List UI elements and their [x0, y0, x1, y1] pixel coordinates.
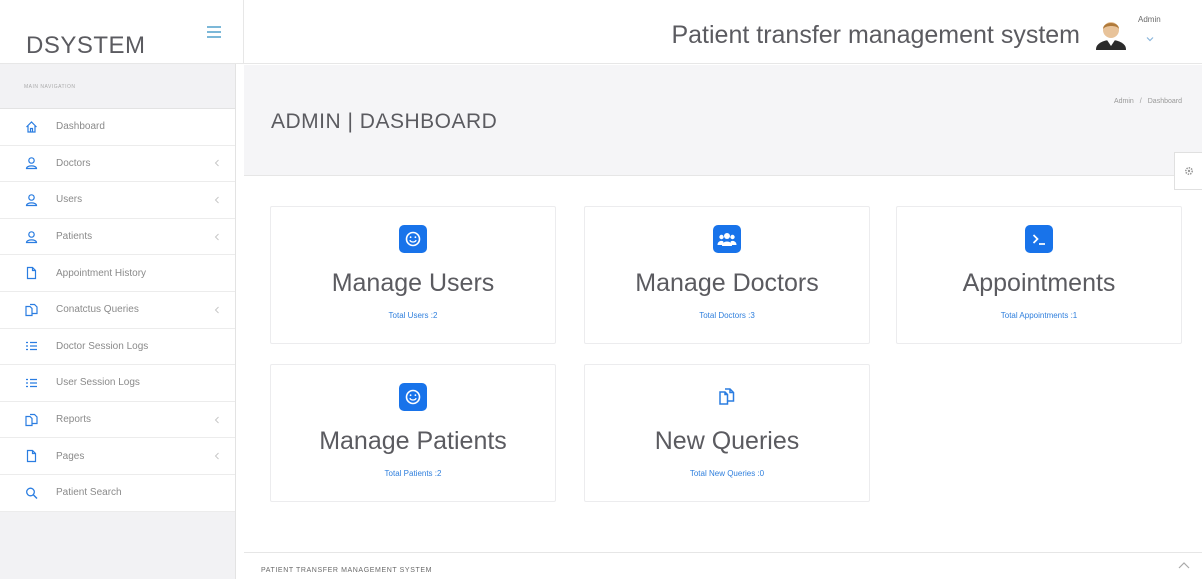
- card-manage-users[interactable]: Manage Users Total Users :2: [270, 206, 556, 344]
- smile-icon: [399, 225, 427, 253]
- card-appointments[interactable]: Appointments Total Appointments :1: [896, 206, 1182, 344]
- sidebar-item-label: Users: [56, 194, 83, 206]
- chevron-left-icon: [214, 160, 219, 167]
- breadcrumb-dashboard: Dashboard: [1147, 98, 1182, 105]
- card-count-link[interactable]: Total Users :2: [271, 311, 555, 320]
- breadcrumb-admin[interactable]: Admin: [1114, 98, 1134, 105]
- app-title: Patient transfer management system: [671, 21, 1080, 49]
- card-count-link[interactable]: Total Patients :2: [271, 469, 555, 478]
- sidebar-item-label: Doctor Session Logs: [56, 340, 149, 352]
- user-menu[interactable]: Admin: [1134, 14, 1188, 50]
- sidebar-item-doctor-session-logs[interactable]: Doctor Session Logs: [0, 329, 235, 366]
- sidebar-item-patients[interactable]: Patients: [0, 219, 235, 256]
- sidebar-item-label: Reports: [56, 414, 92, 426]
- card-count-link[interactable]: Total Doctors :3: [585, 311, 869, 320]
- list-icon: [26, 342, 37, 351]
- sidebar-item-label: Doctors: [56, 157, 91, 169]
- files-icon: [713, 383, 741, 411]
- page-header: ADMIN | DASHBOARD Admin / Dashboard: [244, 65, 1202, 176]
- user-icon: [25, 157, 38, 170]
- home-icon: [26, 120, 37, 133]
- card-title: Manage Patients: [319, 427, 507, 455]
- page-title: ADMIN | DASHBOARD: [271, 110, 498, 133]
- terminal-icon: [1025, 225, 1053, 253]
- list-icon: [26, 378, 37, 388]
- footer: PATIENT TRANSFER MANAGEMENT SYSTEM: [244, 552, 1202, 579]
- sidebar-item-label: User Session Logs: [56, 377, 140, 389]
- sidebar-item-label: Appointment History: [56, 267, 147, 279]
- card-new-queries[interactable]: New Queries Total New Queries :0: [584, 364, 870, 502]
- sidebar-item-users[interactable]: Users: [0, 182, 235, 219]
- chevron-up-icon[interactable]: [1178, 561, 1190, 569]
- sidebar-item-label: Conatctus Queries: [56, 304, 139, 316]
- sidebar-item-pages[interactable]: Pages: [0, 438, 235, 475]
- chevron-left-icon: [214, 416, 219, 423]
- avatar[interactable]: [1094, 16, 1128, 50]
- users-icon: [713, 225, 741, 253]
- chevron-left-icon: [214, 233, 219, 240]
- card-title: New Queries: [654, 427, 800, 455]
- sidebar-nav-header: MAIN NAVIGATION: [24, 84, 76, 90]
- card-count-link[interactable]: Total New Queries :0: [585, 469, 869, 478]
- files-icon: [25, 413, 38, 426]
- card-title: Manage Users: [331, 269, 495, 297]
- sidebar-item-dashboard[interactable]: Dashboard: [0, 109, 235, 146]
- menu-toggle-icon[interactable]: [207, 26, 221, 38]
- user-name: Admin: [1138, 15, 1161, 24]
- brand-area: DSYSTEM: [0, 0, 244, 64]
- sidebar-item-reports[interactable]: Reports: [0, 402, 235, 439]
- card-manage-doctors[interactable]: Manage Doctors Total Doctors :3: [584, 206, 870, 344]
- chevron-left-icon: [214, 452, 219, 460]
- breadcrumb: Admin / Dashboard: [1111, 98, 1185, 105]
- files-icon: [25, 303, 38, 316]
- settings-panel-button[interactable]: [1174, 152, 1202, 190]
- card-count-link[interactable]: Total Appointments :1: [897, 311, 1181, 320]
- brand-logo-text[interactable]: DSYSTEM: [26, 32, 146, 60]
- gear-icon: [1184, 166, 1194, 176]
- card-manage-patients[interactable]: Manage Patients Total Patients :2: [270, 364, 556, 502]
- search-icon: [26, 487, 38, 499]
- sidebar-item-user-session-logs[interactable]: User Session Logs: [0, 365, 235, 402]
- sidebar: MAIN NAVIGATION Dashboard Doctors Users …: [0, 64, 236, 579]
- sidebar-item-appointment-history[interactable]: Appointment History: [0, 255, 235, 292]
- sidebar-item-contactus-queries[interactable]: Conatctus Queries: [0, 292, 235, 329]
- sidebar-item-doctors[interactable]: Doctors: [0, 146, 235, 183]
- file-icon: [26, 450, 37, 463]
- sidebar-item-label: Pages: [56, 450, 85, 462]
- top-bar: Patient transfer management system Admin: [244, 0, 1202, 64]
- user-icon: [25, 230, 38, 243]
- file-icon: [26, 267, 37, 280]
- breadcrumb-separator: /: [1139, 98, 1142, 105]
- user-icon: [25, 194, 38, 207]
- sidebar-nav: Dashboard Doctors Users Patients Appoint…: [0, 108, 235, 512]
- sidebar-item-label: Dashboard: [56, 121, 105, 133]
- footer-text: PATIENT TRANSFER MANAGEMENT SYSTEM: [261, 567, 433, 574]
- sidebar-item-patient-search[interactable]: Patient Search: [0, 475, 235, 512]
- chevron-left-icon: [214, 196, 219, 204]
- card-title: Appointments: [962, 269, 1116, 297]
- smile-icon: [399, 383, 427, 411]
- sidebar-item-label: Patient Search: [56, 487, 122, 499]
- chevron-left-icon: [214, 306, 219, 314]
- sidebar-item-label: Patients: [56, 231, 93, 243]
- chevron-down-icon: [1146, 37, 1154, 42]
- card-title: Manage Doctors: [635, 269, 819, 297]
